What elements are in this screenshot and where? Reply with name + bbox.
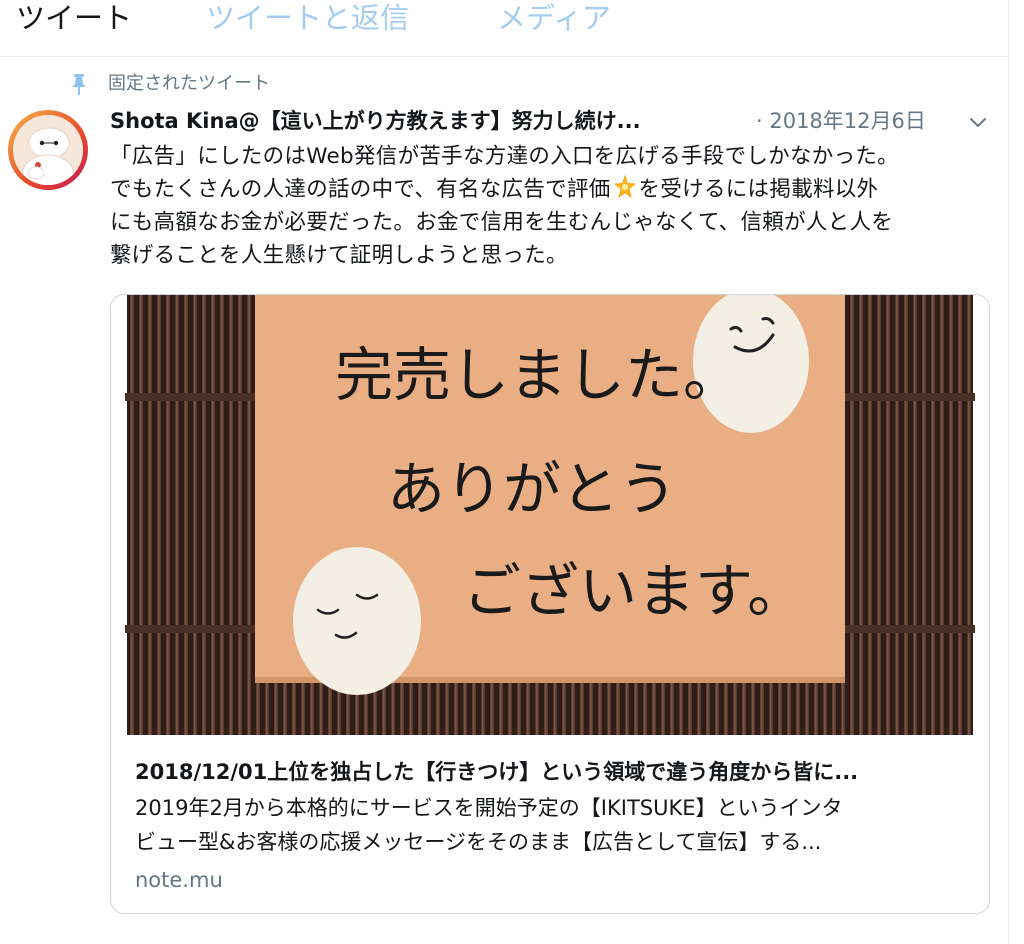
pin-icon [72, 74, 86, 95]
card-image-text: 完売しました。 [335, 341, 741, 409]
card-title[interactable]: 2018/12/01上位を独占した【行きつけ】という領域で違う角度から皆に... [135, 757, 858, 787]
author-name[interactable]: Shota Kina@【這い上がり方教えます】努力し続け... [110, 106, 641, 136]
card-domain: note.mu [135, 868, 223, 892]
avatar-image [13, 115, 83, 185]
glowing-star-icon [613, 175, 636, 198]
avatar[interactable] [8, 110, 88, 190]
card-image-text: ございます。 [463, 557, 805, 625]
column-divider [1008, 0, 1009, 944]
card-description: ビュー型&お客様の応援メッセージをそのまま【広告として宣伝】する... [135, 830, 822, 854]
card-image-text: ありがとう [387, 455, 677, 523]
link-card[interactable]: 完売しました。 ありがとう ございます。 2018/12/01上位を独占した【行… [110, 294, 990, 914]
tab-tweets-and-replies[interactable]: ツイートと返信 [206, 0, 409, 36]
chevron-down-icon[interactable] [968, 112, 988, 132]
tweet-date[interactable]: · 2018年12月6日 [756, 106, 926, 136]
tweet-text-line: 繋げることを人生懸けて証明しようと思った。 [110, 243, 568, 268]
card-image: 完売しました。 ありがとう ございます。 [111, 295, 989, 735]
tab-tweets[interactable]: ツイート [16, 0, 132, 36]
tweet-text-line: にも高額なお金が必要だった。お金で信用を生むんじゃなくて、信頼が人と人を [110, 210, 894, 235]
tweet-text-line: 「広告」にしたのはWeb発信が苦手な方達の入口を広げる手段でしかなかった。 [110, 144, 899, 169]
tweet-header: Shota Kina@【這い上がり方教えます】努力し続け... · 2018年1… [110, 106, 990, 136]
tweet-text-segment: でもたくさんの人達の話の中で、有名な広告で評価 [110, 177, 611, 202]
profile-tabs: ツイート ツイートと返信 メディア [0, 0, 1008, 57]
tweet-text-line: でもたくさんの人達の話の中で、有名な広告で評価 を受けるには掲載料以外 [110, 173, 990, 206]
card-description: 2019年2月から本格的にサービスを開始予定の【IKITSUKE】というインタ [135, 796, 843, 820]
tweet-text-segment: を受けるには掲載料以外 [638, 177, 879, 202]
tweet-text: 「広告」にしたのはWeb発信が苦手な方達の入口を広げる手段でしかなかった。 でも… [110, 140, 990, 272]
tab-media[interactable]: メディア [497, 0, 611, 36]
pinned-label: 固定されたツイート [108, 73, 270, 94]
